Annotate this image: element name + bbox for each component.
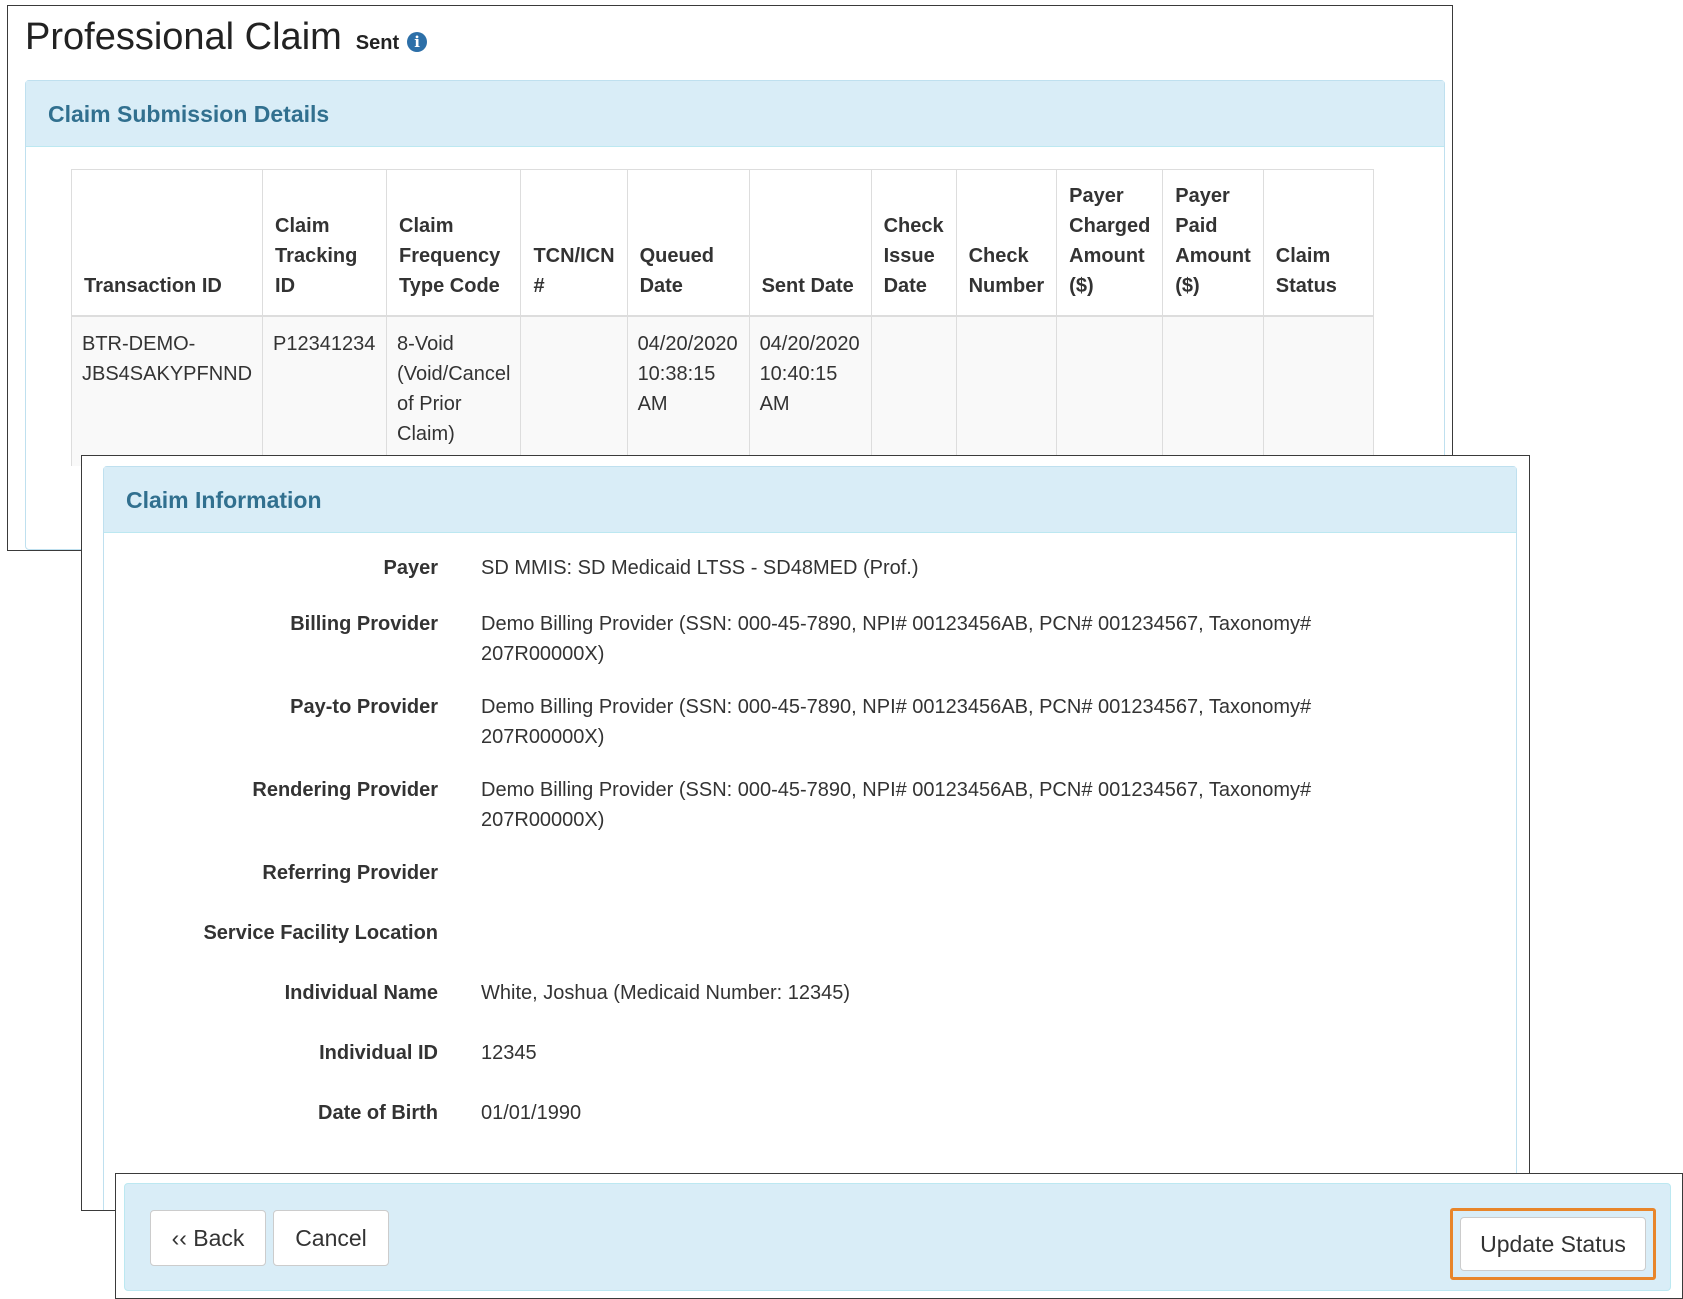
col-payer-charged-amount[interactable]: Payer Charged Amount ($): [1056, 169, 1164, 317]
field-label: Individual ID: [319, 1042, 438, 1064]
cell-payer-paid-amount: [1162, 315, 1264, 466]
claim-submission-heading: Claim Submission Details: [26, 81, 1444, 147]
field-label: Individual Name: [284, 982, 438, 1004]
col-transaction-id[interactable]: Transaction ID: [71, 169, 264, 317]
field-value: 01/01/1990: [481, 1102, 582, 1124]
claim-information-window: Claim Information Payer SD MMIS: SD Medi…: [81, 455, 1530, 1211]
submission-table: Transaction ID Claim Tracking ID Claim F…: [71, 169, 1374, 466]
cell-check-number: [956, 315, 1058, 466]
cell-sent-date: 04/20/2020 10:40:15 AM: [749, 315, 872, 466]
field-label: Date of Birth: [318, 1102, 438, 1124]
cancel-button[interactable]: Cancel: [273, 1210, 389, 1266]
update-status-button[interactable]: Update Status: [1460, 1217, 1646, 1271]
cell-claim-frequency-type-code: 8-Void (Void/Cancel of Prior Claim): [386, 315, 522, 466]
status-badge: Sent: [355, 32, 400, 54]
field-label: Service Facility Location: [203, 922, 438, 944]
field-value: Demo Billing Provider (SSN: 000-45-7890,…: [481, 779, 1312, 831]
action-bar-window: ‹‹ Back Cancel Update Status: [115, 1173, 1683, 1299]
col-check-number[interactable]: Check Number: [956, 169, 1058, 317]
page-title-text: Professional Claim: [25, 16, 342, 58]
back-button[interactable]: ‹‹ Back: [150, 1210, 266, 1266]
field-label: Billing Provider: [290, 613, 438, 635]
cell-queued-date: 04/20/2020 10:38:15 AM: [627, 315, 750, 466]
field-value: Demo Billing Provider (SSN: 000-45-7890,…: [481, 613, 1312, 665]
cell-claim-status: [1263, 315, 1374, 466]
table-row: BTR-DEMO-JBS4SAKYPFNND P12341234 8-Void …: [71, 315, 1374, 466]
field-label: Rendering Provider: [252, 779, 438, 801]
field-label: Payer: [383, 557, 439, 579]
field-label: Referring Provider: [262, 862, 438, 884]
cell-tcn-icn: [520, 315, 628, 466]
cell-claim-tracking-id: P12341234: [262, 315, 388, 466]
cell-transaction-id: BTR-DEMO-JBS4SAKYPFNND: [71, 315, 264, 466]
field-value: Demo Billing Provider (SSN: 000-45-7890,…: [481, 696, 1312, 748]
col-queued-date[interactable]: Queued Date: [627, 169, 750, 317]
field-value: 12345: [481, 1042, 537, 1064]
action-bar: ‹‹ Back Cancel Update Status: [124, 1183, 1671, 1291]
col-tcn-icn[interactable]: TCN/ICN #: [520, 169, 628, 317]
field-label: Pay-to Provider: [290, 696, 438, 718]
submission-table-container: Transaction ID Claim Tracking ID Claim F…: [71, 169, 1394, 469]
col-payer-paid-amount[interactable]: Payer Paid Amount ($): [1162, 169, 1264, 317]
cell-check-issue-date: [871, 315, 957, 466]
col-claim-tracking-id[interactable]: Claim Tracking ID: [262, 169, 388, 317]
claim-information-heading: Claim Information: [104, 467, 1516, 533]
col-claim-status[interactable]: Claim Status: [1263, 169, 1374, 317]
col-check-issue-date[interactable]: Check Issue Date: [871, 169, 957, 317]
cell-payer-charged-amount: [1056, 315, 1164, 466]
field-value: SD MMIS: SD Medicaid LTSS - SD48MED (Pro…: [481, 557, 919, 579]
claim-information-panel: Claim Information Payer SD MMIS: SD Medi…: [103, 466, 1517, 1210]
col-sent-date[interactable]: Sent Date: [749, 169, 872, 317]
page-title: Professional Claim Sent i: [25, 16, 428, 59]
field-value: White, Joshua (Medicaid Number: 12345): [481, 982, 851, 1004]
table-header-row: Transaction ID Claim Tracking ID Claim F…: [71, 169, 1374, 317]
info-icon[interactable]: i: [407, 32, 428, 52]
col-claim-frequency-type-code[interactable]: Claim Frequency Type Code: [386, 169, 522, 317]
